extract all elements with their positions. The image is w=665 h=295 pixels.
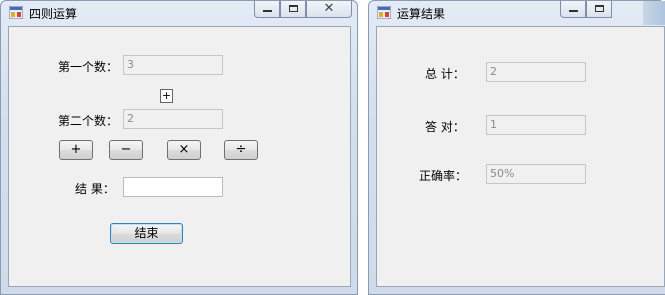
first-number-label: 第一个数： bbox=[58, 60, 119, 74]
result-label: 结 果： bbox=[75, 182, 115, 196]
calc-titlebar[interactable]: 四则运算 ✕ bbox=[1, 1, 357, 25]
second-number-label: 第二个数： bbox=[58, 114, 119, 128]
multiply-button[interactable]: × bbox=[167, 140, 201, 160]
divide-button[interactable]: ÷ bbox=[224, 140, 258, 160]
second-number-field[interactable]: 2 bbox=[123, 109, 223, 129]
add-button[interactable]: + bbox=[59, 140, 93, 160]
window-title: 四则运算 bbox=[29, 7, 78, 21]
maximize-icon bbox=[289, 5, 298, 12]
maximize-button[interactable] bbox=[280, 1, 306, 18]
accuracy-field[interactable]: 50% bbox=[486, 164, 586, 184]
calc-form: 第一个数： 3 + 第二个数： 2 + − × ÷ 结 果： 结束 bbox=[8, 26, 351, 287]
result-form: 总 计： 2 答 对： 1 正确率： 50% bbox=[376, 26, 665, 287]
subtract-button[interactable]: − bbox=[109, 140, 143, 160]
close-icon: ✕ bbox=[323, 1, 335, 16]
window-title: 运算结果 bbox=[397, 7, 446, 21]
app-icon bbox=[377, 6, 391, 19]
minimize-button[interactable] bbox=[560, 1, 586, 18]
correct-label: 答 对： bbox=[425, 120, 465, 134]
result-input[interactable] bbox=[123, 177, 223, 197]
result-titlebar[interactable]: 运算结果 bbox=[369, 1, 665, 25]
correct-field[interactable]: 1 bbox=[486, 115, 586, 135]
close-button[interactable]: ✕ bbox=[306, 1, 352, 18]
result-window: 运算结果 总 计： 2 答 对： 1 正确率： 50% bbox=[368, 0, 665, 295]
window-controls: ✕ bbox=[254, 1, 352, 19]
operator-display: + bbox=[160, 89, 173, 103]
calc-window: 四则运算 ✕ 第一个数： 3 + 第二个数： 2 + − × ÷ 结 果： 结束 bbox=[0, 0, 358, 295]
maximize-icon bbox=[595, 5, 604, 12]
desktop-edge bbox=[643, 1, 665, 25]
first-number-field[interactable]: 3 bbox=[123, 55, 223, 75]
window-controls bbox=[560, 1, 612, 19]
total-field[interactable]: 2 bbox=[486, 62, 586, 82]
finish-button[interactable]: 结束 bbox=[110, 223, 183, 244]
app-icon bbox=[9, 6, 23, 19]
minimize-button[interactable] bbox=[254, 1, 280, 18]
minimize-icon bbox=[569, 10, 578, 12]
total-label: 总 计： bbox=[425, 67, 465, 81]
maximize-button[interactable] bbox=[586, 1, 612, 18]
accuracy-label: 正确率： bbox=[419, 169, 468, 183]
minimize-icon bbox=[263, 10, 272, 12]
